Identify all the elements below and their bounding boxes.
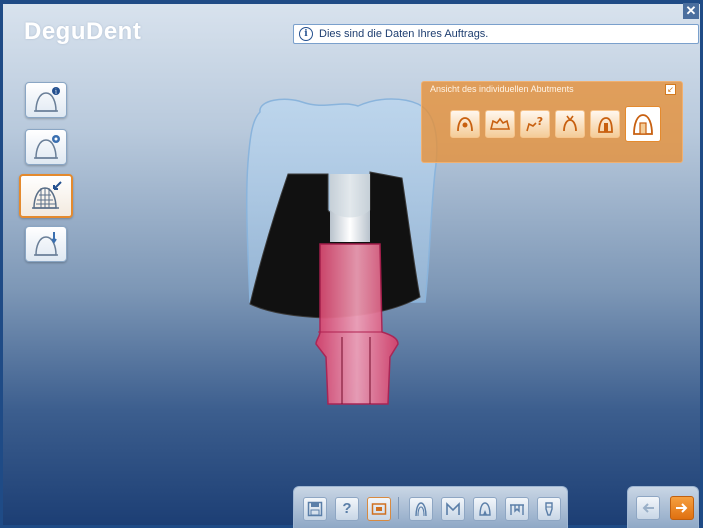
view-occlusal-icon (457, 117, 473, 132)
margin-button[interactable] (441, 497, 465, 521)
view-arch-icon (489, 117, 511, 130)
bridge-button[interactable] (505, 497, 529, 521)
close-button[interactable]: ✕ (683, 3, 699, 19)
save-icon (307, 501, 323, 517)
screenshot-icon (371, 503, 387, 515)
view-section-icon (633, 114, 653, 135)
next-button[interactable] (670, 496, 694, 520)
next-arrow-icon (676, 503, 688, 513)
abutment-view-panel: Ansicht des individuellen Abutments ↙ ? (421, 81, 683, 163)
save-button[interactable] (303, 497, 327, 521)
tooth-icon (415, 502, 427, 517)
abutment-3d-view[interactable] (230, 92, 450, 412)
back-button[interactable] (636, 496, 660, 520)
crown-edit-icon (34, 232, 58, 256)
crown-icon (479, 502, 491, 516)
view-lingual-button[interactable] (555, 110, 585, 138)
crown-info-button[interactable]: i (25, 82, 67, 118)
brand-logo: DeguDent (24, 18, 142, 45)
crown-mesh-button[interactable] (19, 174, 73, 218)
view-arch-button[interactable] (485, 110, 515, 138)
info-message: Dies sind die Daten Ihres Auftrags. (319, 28, 489, 40)
view-help-icon: ? (526, 115, 543, 132)
crown-mesh-icon (32, 181, 62, 209)
tooth-button[interactable] (409, 497, 433, 521)
crown-button[interactable] (473, 497, 497, 521)
navigation-bar (627, 486, 699, 528)
help-button[interactable]: ? (335, 497, 359, 521)
bottom-toolbar: ? (293, 486, 568, 528)
view-help-button[interactable]: ? (520, 110, 550, 138)
info-icon: i (299, 27, 313, 41)
crown-info-icon: i (34, 87, 60, 112)
view-side-button[interactable] (590, 110, 620, 138)
implant-icon (545, 502, 553, 516)
crown-settings-icon (34, 135, 60, 159)
view-occlusal-button[interactable] (450, 110, 480, 138)
margin-icon (446, 502, 460, 515)
pin-icon[interactable]: ↙ (665, 84, 676, 95)
view-side-icon (598, 117, 613, 133)
view-lingual-icon (563, 115, 577, 132)
bridge-icon (510, 504, 524, 515)
view-section-button[interactable] (625, 106, 661, 142)
toolbar-separator (398, 497, 399, 519)
screenshot-button[interactable] (367, 497, 391, 521)
view-panel-title: Ansicht des individuellen Abutments (430, 84, 574, 94)
crown-settings-button[interactable] (25, 129, 67, 165)
info-bar: i Dies sind die Daten Ihres Auftrags. (293, 24, 699, 44)
crown-edit-button[interactable] (25, 226, 67, 262)
svg-text:?: ? (537, 115, 543, 128)
implant-button[interactable] (537, 497, 561, 521)
back-arrow-icon (642, 503, 654, 513)
svg-text:i: i (55, 89, 57, 96)
